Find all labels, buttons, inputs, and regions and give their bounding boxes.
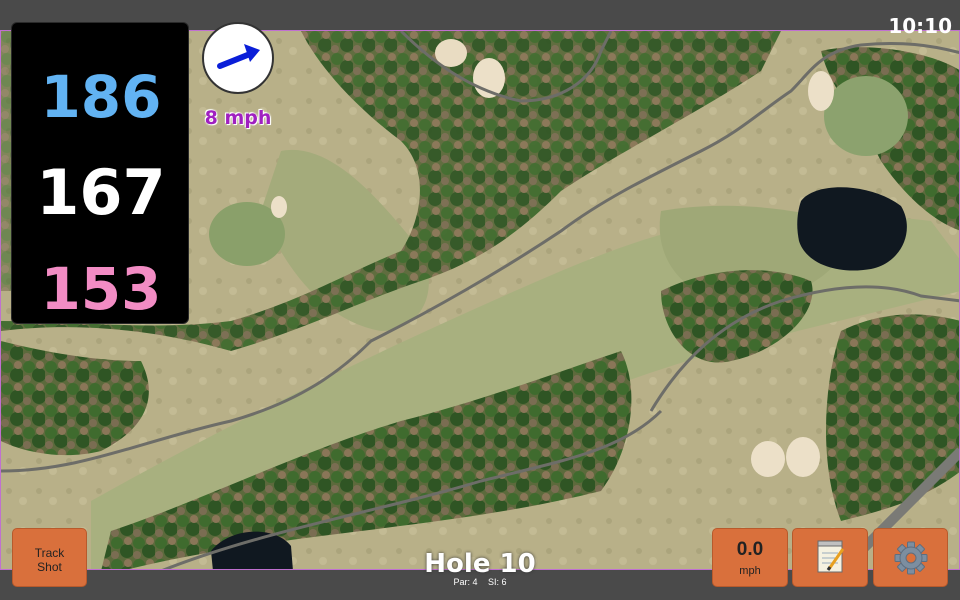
distance-panel: 186 167 153: [11, 22, 189, 324]
hole-meta: Par: 4 SI: 6: [380, 577, 580, 587]
hole-title: Hole 10: [424, 549, 536, 579]
speed-value: 0.0: [736, 539, 764, 560]
front-distance: 153: [40, 255, 162, 323]
track-shot-button[interactable]: Track Shot: [12, 528, 87, 587]
settings-button[interactable]: [873, 528, 948, 587]
wind-speed: 8 mph: [204, 107, 272, 129]
clock: 10:10: [888, 14, 952, 38]
notepad-icon: [817, 540, 845, 573]
speed-unit: mph: [739, 565, 761, 577]
arrow-icon: [217, 44, 260, 69]
notes-button[interactable]: [792, 528, 868, 587]
middle-distance: 167: [36, 156, 166, 229]
track-shot-label-1: Track: [34, 546, 65, 560]
track-shot-label-2: Shot: [37, 560, 62, 574]
par-label: Par: 4: [453, 577, 478, 587]
stroke-index-label: SI: 6: [488, 577, 507, 587]
back-distance: 186: [40, 63, 162, 131]
wind-direction: [202, 22, 274, 94]
speed-button[interactable]: 0.0 mph: [712, 528, 788, 587]
gear-icon: [894, 541, 928, 575]
